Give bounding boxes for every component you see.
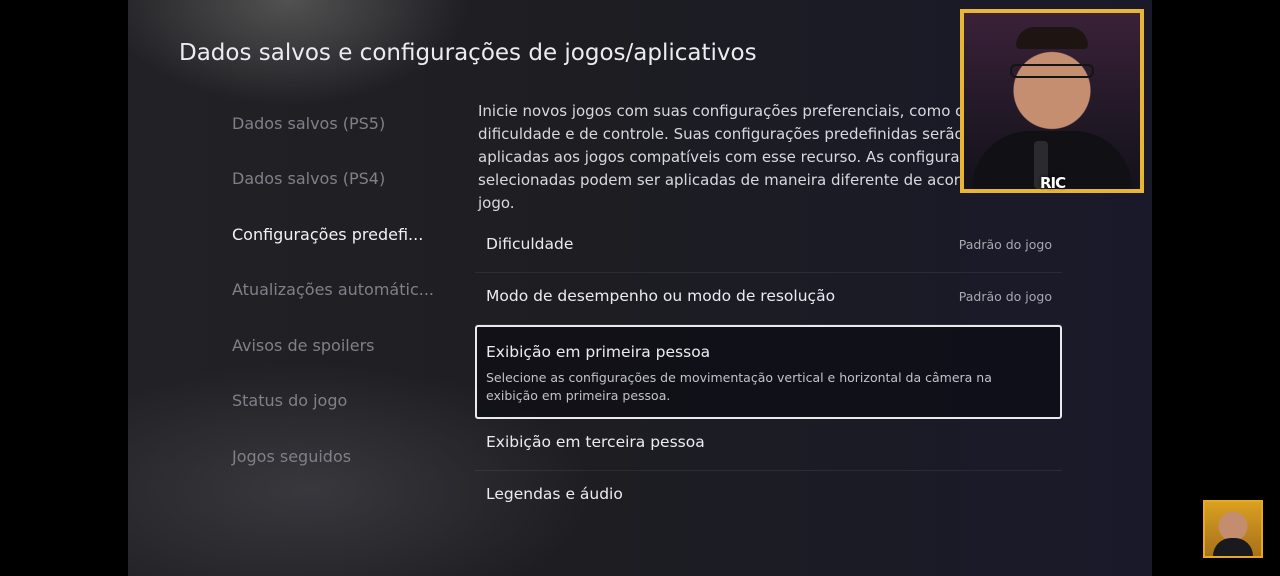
streamer-hair: [1016, 27, 1088, 49]
setting-value: Padrão do jogo: [958, 237, 1052, 252]
sidebar-item-spoiler-warnings[interactable]: Avisos de spoilers: [232, 333, 374, 359]
setting-row-subtitles-audio[interactable]: Legendas e áudio: [475, 471, 1062, 523]
webcam-overlay: [960, 9, 1144, 193]
sidebar-item-game-presets[interactable]: Configurações predefi...: [232, 222, 423, 248]
setting-row-third-person-view[interactable]: Exibição em terceira pessoa: [475, 419, 1062, 471]
setting-value: Padrão do jogo: [958, 289, 1052, 304]
setting-label: Exibição em terceira pessoa: [486, 433, 705, 451]
setting-label: Exibição em primeira pessoa: [486, 343, 711, 361]
setting-label: Dificuldade: [486, 235, 574, 253]
sidebar-item-auto-updates[interactable]: Atualizações automátic...: [232, 277, 434, 303]
setting-label: Modo de desempenho ou modo de resolução: [486, 287, 836, 305]
sidebar-item-followed-games[interactable]: Jogos seguidos: [232, 444, 351, 470]
setting-row-difficulty[interactable]: Dificuldade Padrão do jogo: [475, 221, 1062, 273]
page-title: Dados salvos e configurações de jogos/ap…: [179, 40, 757, 66]
setting-description: Selecione as configurações de movimentaç…: [486, 370, 992, 403]
streamer-glasses: [1010, 64, 1094, 78]
presets-description: Inicie novos jogos com suas configuraçõe…: [478, 102, 1032, 212]
setting-row-first-person-view[interactable]: Exibição em primeira pessoa Selecione as…: [475, 325, 1062, 419]
sidebar-item-saved-data-ps5[interactable]: Dados salvos (PS5): [232, 111, 385, 137]
setting-label: Legendas e áudio: [486, 485, 623, 503]
setting-row-performance-mode[interactable]: Modo de desempenho ou modo de resolução …: [475, 273, 1062, 325]
avatar-shirt: [1213, 538, 1253, 556]
sidebar-item-saved-data-ps4[interactable]: Dados salvos (PS4): [232, 166, 385, 192]
channel-avatar-thumbnail: [1203, 500, 1263, 558]
sidebar-item-game-status[interactable]: Status do jogo: [232, 388, 347, 414]
webcam-tag-logo: RIC: [1040, 174, 1066, 192]
